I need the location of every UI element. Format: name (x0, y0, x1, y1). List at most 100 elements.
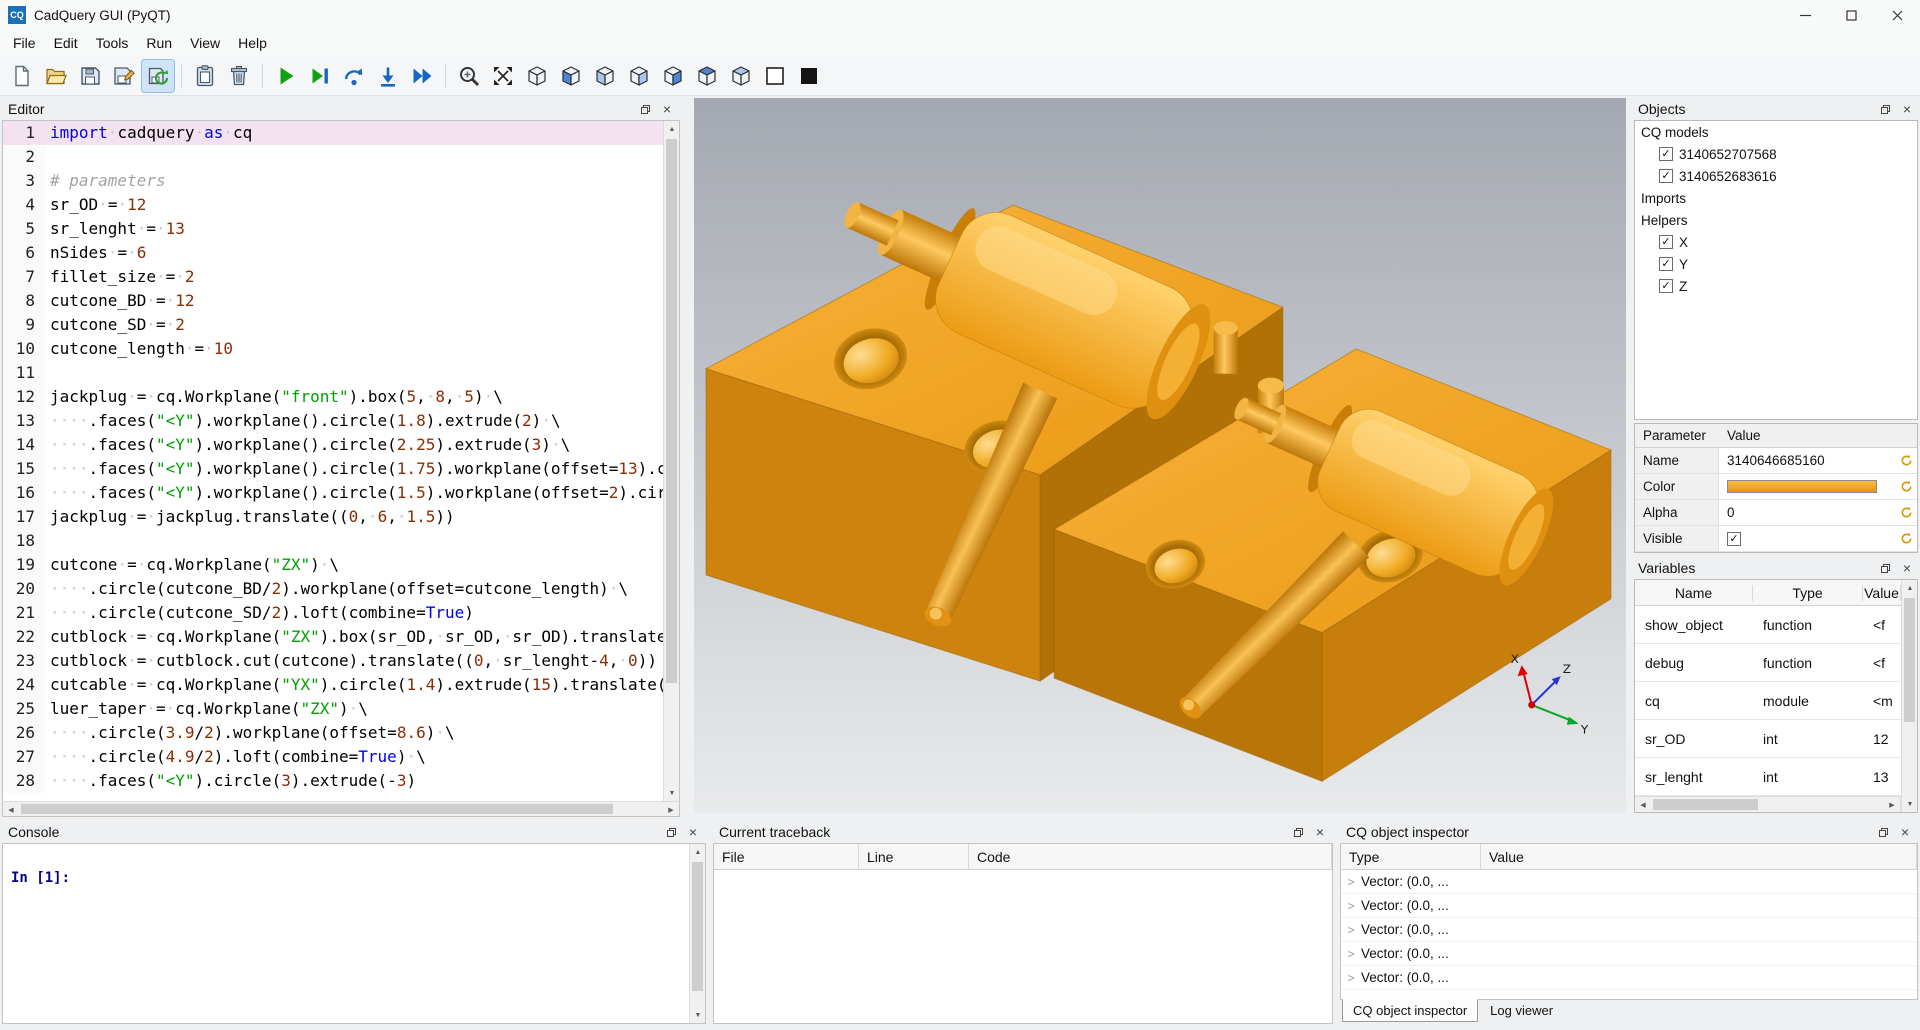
save-as-button[interactable] (108, 60, 140, 92)
continue-button[interactable] (406, 60, 438, 92)
code-line[interactable]: 5sr_lenght·=·13 (3, 217, 663, 241)
console-input-area[interactable]: In [1]: (3, 844, 689, 1023)
maximize-button[interactable] (1828, 0, 1874, 30)
visible-checkbox[interactable]: ✓ (1727, 532, 1741, 546)
editor-vertical-scrollbar[interactable]: ▲ ▼ (663, 121, 679, 801)
code-line[interactable]: 12jackplug·=·cq.Workplane("front").box(5… (3, 385, 663, 409)
color-swatch[interactable] (1727, 480, 1877, 493)
scrollbar-thumb[interactable] (692, 862, 703, 991)
scroll-right-icon[interactable]: ▶ (1884, 797, 1900, 812)
code-line[interactable]: 4sr_OD·=·12 (3, 193, 663, 217)
code-line[interactable]: 6nSides·=·6 (3, 241, 663, 265)
tree-item[interactable]: Imports (1635, 187, 1917, 209)
close-button[interactable] (1874, 0, 1920, 30)
menu-item-view[interactable]: View (181, 32, 229, 54)
delete-button[interactable] (223, 60, 255, 92)
float-panel-button[interactable] (1289, 824, 1307, 840)
variable-row[interactable]: debugfunction<f (1635, 644, 1901, 682)
close-panel-button[interactable]: × (1896, 824, 1914, 840)
minimize-button[interactable] (1782, 0, 1828, 30)
tree-item[interactable]: Helpers (1635, 209, 1917, 231)
code-line[interactable]: 13····.faces("<Y").workplane().circle(1.… (3, 409, 663, 433)
code-line[interactable]: 19cutcone·=·cq.Workplane("ZX")·\ (3, 553, 663, 577)
code-line[interactable]: 25luer_taper·=·cq.Workplane("ZX")·\ (3, 697, 663, 721)
scroll-up-icon[interactable]: ▲ (1902, 580, 1918, 596)
scrollbar-thumb[interactable] (1653, 799, 1758, 810)
close-panel-button[interactable]: × (1898, 101, 1916, 117)
code-line[interactable]: 11 (3, 361, 663, 385)
step-into-button[interactable] (372, 60, 404, 92)
view-iso-button[interactable] (521, 60, 553, 92)
float-panel-button[interactable] (1874, 824, 1892, 840)
variable-row[interactable]: sr_lenghtint13 (1635, 758, 1901, 796)
code-line[interactable]: 18 (3, 529, 663, 553)
code-line[interactable]: 15····.faces("<Y").workplane().circle(1.… (3, 457, 663, 481)
checkbox[interactable]: ✓ (1659, 147, 1673, 161)
checkbox[interactable]: ✓ (1659, 235, 1673, 249)
tree-item[interactable]: CQ models (1635, 121, 1917, 143)
inspector-row[interactable]: >Vector: (0.0, ... (1341, 966, 1917, 990)
scroll-up-icon[interactable]: ▲ (690, 844, 706, 860)
code-line[interactable]: 2 (3, 145, 663, 169)
float-panel-button[interactable] (1876, 101, 1894, 117)
variable-row[interactable]: show_objectfunction<f (1635, 606, 1901, 644)
editor-horizontal-scrollbar[interactable]: ◀ ▶ (2, 801, 680, 817)
scrollbar-thumb[interactable] (1904, 598, 1915, 722)
checkbox[interactable]: ✓ (1659, 279, 1673, 293)
new-file-button[interactable] (6, 60, 38, 92)
checkbox[interactable]: ✓ (1659, 169, 1673, 183)
step-over-button[interactable] (338, 60, 370, 92)
view-top-button[interactable] (691, 60, 723, 92)
code-line[interactable]: 16····.faces("<Y").workplane().circle(1.… (3, 481, 663, 505)
open-file-button[interactable] (40, 60, 72, 92)
code-line[interactable]: 23cutblock·=·cutblock.cut(cutcone).trans… (3, 649, 663, 673)
autoreload-button[interactable] (142, 60, 174, 92)
tab-log-viewer[interactable]: Log viewer (1480, 1000, 1563, 1021)
inspector-row[interactable]: >Vector: (0.0, ... (1341, 942, 1917, 966)
scroll-down-icon[interactable]: ▼ (1902, 796, 1918, 812)
scrollbar-thumb[interactable] (666, 139, 677, 683)
menu-item-tools[interactable]: Tools (87, 32, 138, 54)
view-back-button[interactable] (589, 60, 621, 92)
code-line[interactable]: 3# parameters (3, 169, 663, 193)
close-panel-button[interactable]: × (1898, 560, 1916, 576)
scroll-down-icon[interactable]: ▼ (664, 785, 680, 801)
code-line[interactable]: 27····.circle(4.9/2).loft(combine=True)·… (3, 745, 663, 769)
viewport-3d[interactable]: X Z Y (694, 98, 1626, 813)
reset-parameter-button[interactable] (1895, 532, 1917, 545)
close-panel-button[interactable]: × (1311, 824, 1329, 840)
reset-parameter-button[interactable] (1895, 454, 1917, 467)
expand-chevron-icon[interactable]: > (1341, 899, 1361, 913)
save-button[interactable] (74, 60, 106, 92)
scroll-left-icon[interactable]: ◀ (1635, 797, 1651, 812)
wireframe-button[interactable] (759, 60, 791, 92)
parameter-value[interactable]: ✓ (1719, 532, 1895, 546)
code-line[interactable]: 24cutcable·=·cq.Workplane("YX").circle(1… (3, 673, 663, 697)
code-line[interactable]: 1import·cadquery·as·cq (3, 121, 663, 145)
code-editor[interactable]: 1import·cadquery·as·cq23# parameters4sr_… (3, 121, 663, 801)
tree-item[interactable]: ✓Y (1635, 253, 1917, 275)
variable-row[interactable]: sr_ODint12 (1635, 720, 1901, 758)
view-front-button[interactable] (555, 60, 587, 92)
paste-button[interactable] (189, 60, 221, 92)
shaded-button[interactable] (793, 60, 825, 92)
menu-item-run[interactable]: Run (137, 32, 181, 54)
scroll-down-icon[interactable]: ▼ (690, 1007, 706, 1023)
inspector-row[interactable]: >Vector: (0.0, ... (1341, 870, 1917, 894)
parameter-value[interactable]: 0 (1719, 505, 1895, 520)
variable-row[interactable]: cqmodule<m (1635, 682, 1901, 720)
float-panel-button[interactable] (1876, 560, 1894, 576)
code-line[interactable]: 17jackplug·=·jackplug.translate((0,·6,·1… (3, 505, 663, 529)
view-bottom-button[interactable] (725, 60, 757, 92)
code-line[interactable]: 9cutcone_SD·=·2 (3, 313, 663, 337)
code-line[interactable]: 14····.faces("<Y").workplane().circle(2.… (3, 433, 663, 457)
code-line[interactable]: 26····.circle(3.9/2).workplane(offset=8.… (3, 721, 663, 745)
parameter-value[interactable] (1719, 480, 1895, 493)
inspector-row[interactable]: >Vector: (0.0, ... (1341, 918, 1917, 942)
zoom-fit-button[interactable] (453, 60, 485, 92)
tree-item[interactable]: ✓X (1635, 231, 1917, 253)
code-line[interactable]: 28····.faces("<Y").circle(3).extrude(-3) (3, 769, 663, 793)
expand-chevron-icon[interactable]: > (1341, 971, 1361, 985)
variables-vertical-scrollbar[interactable]: ▲ ▼ (1901, 580, 1917, 812)
menu-item-file[interactable]: File (4, 32, 45, 54)
